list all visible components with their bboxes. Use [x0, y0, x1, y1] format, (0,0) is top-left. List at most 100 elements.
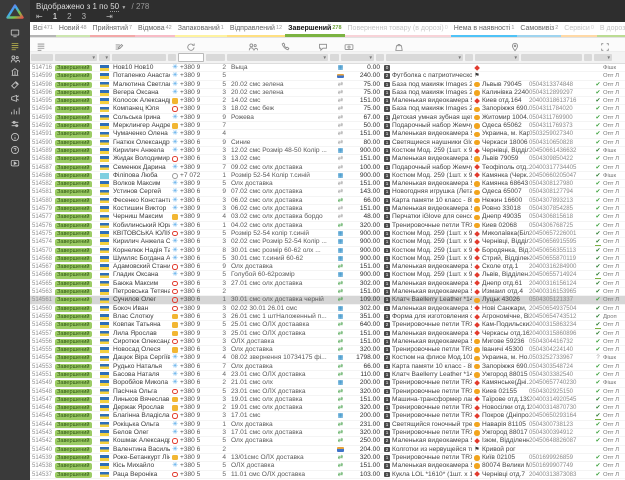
tab-10[interactable]: Самовивіз2	[517, 22, 561, 37]
table-row[interactable]: 514598 Завершений Малютина Светлана ✳ +3…	[30, 81, 625, 89]
table-row[interactable]: 514548 Завершений Пасічна Ольга +380 9 5…	[30, 388, 625, 396]
table-row[interactable]: 514593 Завершений Сольська Ірина ✳ +380 …	[30, 114, 625, 122]
tab-5[interactable]: Запакований1	[175, 22, 227, 37]
filter-dropdown-icon[interactable]: ▼	[105, 55, 109, 60]
filter-input-check[interactable]	[584, 54, 592, 61]
table-row[interactable]: 514560 Завершений Бокоч Иван +380 9 3 02…	[30, 305, 625, 313]
table-row[interactable]: 514557 Завершений Лила Ярослав +380 9 3 …	[30, 330, 625, 338]
info-icon[interactable]	[0, 131, 30, 143]
dashboard-icon[interactable]	[0, 27, 30, 39]
table-row[interactable]: 514546 Завершений Держак Ярослав +380 9 …	[30, 404, 625, 412]
tab-4[interactable]: Відмова42	[135, 22, 175, 37]
table-row[interactable]: 514568 Завершений Шумляс Богдана Ан... ✳…	[30, 255, 625, 263]
table-row[interactable]: 514558 Завершений Ковпак Татьяна +380 9 …	[30, 321, 625, 329]
table-row[interactable]: 514588 Завершений Жидак Володимир +380 6…	[30, 155, 625, 163]
table-row[interactable]: 514538 Завершений Кісь Михайло ✳ +380 5 …	[30, 462, 625, 470]
table-row[interactable]: 514542 Завершений Кошмак Александр +380 …	[30, 437, 625, 445]
tab-3[interactable]: Прийнятий7	[90, 22, 136, 37]
page-number-3[interactable]: 3	[82, 12, 86, 21]
table-row[interactable]: 514575 Завершений КВІТОВСЬКА ЮЛІЯ +380 9…	[30, 230, 625, 238]
table-row[interactable]: 514589 Завершений Кирилич Анжела ✳ +380 …	[30, 147, 625, 155]
filter-input-qty[interactable]	[376, 54, 384, 61]
table-row[interactable]: 514567 Завершений Адамовский Станис... +…	[30, 263, 625, 271]
table-row[interactable]: 514555 Завершений Новосад Олеся +380 6 3…	[30, 346, 625, 354]
video-icon[interactable]	[0, 157, 30, 169]
filter-input-ttn[interactable]	[521, 54, 582, 61]
table-row[interactable]: 514574 Завершений Кирилич Анжела Ол... ✳…	[30, 238, 625, 246]
tab-9[interactable]: Нема в наявності1	[451, 22, 518, 37]
table-row[interactable]: 514586 Завершений Філіпова Люба +7 072 1…	[30, 172, 625, 180]
table-row[interactable]: 514591 Завершений Чумаченко Олена ✳ +380…	[30, 130, 625, 138]
table-row[interactable]: 514556 Завершений Сиротюк Олександр +380…	[30, 338, 625, 346]
filter-input-status[interactable]: ▼	[55, 54, 97, 61]
table-row[interactable]: 514561 Завершений Сучилов Олег +380 6 1 …	[30, 296, 625, 304]
tab-8[interactable]: Повернення товару (в дорозі)0	[345, 22, 451, 37]
table-row[interactable]: 514554 Завершений Дацюк Віра Сергіївна ✳…	[30, 354, 625, 362]
tab-2[interactable]: Новий48	[56, 22, 90, 37]
tab-12[interactable]: В дорозі додому	[597, 22, 625, 37]
filter-dropdown-icon[interactable]: ▼	[607, 55, 611, 60]
table-row[interactable]: 514596 Завершений Вегера Оксана ✳ +380 9…	[30, 89, 625, 97]
company-icon[interactable]	[0, 66, 30, 78]
orders-icon[interactable]	[0, 40, 30, 52]
filter-input-client[interactable]	[112, 54, 166, 61]
table-row[interactable]: 514576 Завершений Кобилинський Юрий ✳ +3…	[30, 222, 625, 230]
table-row[interactable]: 514537 Завершений Раца Вероніка +380 5 5…	[30, 471, 625, 479]
clients-icon[interactable]	[0, 53, 30, 65]
filter-input-id[interactable]	[31, 54, 53, 61]
table-row[interactable]: 514566 Завершений Гладик Оксана ✳ +380 9…	[30, 271, 625, 279]
table-row[interactable]: 514590 Завершений Гнатюк Олександр ✳ +38…	[30, 139, 625, 147]
table-row[interactable]: 514543 Завершений Белов Олег ✳ +380 6 3 …	[30, 429, 625, 437]
table-row[interactable]: 514549 Завершений Воробйов Микола ✳ +380…	[30, 379, 625, 387]
table-row[interactable]: 514581 Завершений Устинов Сергей ✳ +380 …	[30, 188, 625, 196]
table-row[interactable]: 514563 Завершений Петровська Тетяна +380…	[30, 288, 625, 296]
table-row[interactable]: 514592 Завершений Мерклингер Андрей +380…	[30, 122, 625, 130]
tab-6[interactable]: Відправлений12	[227, 22, 285, 37]
table-row[interactable]: 514539 Завершений Роке-Бетанкурт Лін... …	[30, 454, 625, 462]
filter-dropdown-icon[interactable]: ▼	[92, 55, 96, 60]
table-row[interactable]: 514580 Завершений Фесенко Константин ✳ +…	[30, 197, 625, 205]
filter-input-flag[interactable]: ▼	[99, 54, 110, 61]
support-icon[interactable]	[0, 144, 30, 156]
table-row[interactable]: 514544 Завершений Рокіцька Ольга ✳ +380 …	[30, 421, 625, 429]
tab-1[interactable]: Всі471	[30, 22, 56, 37]
sales-icon[interactable]	[0, 79, 30, 91]
table-row[interactable]: 514579 Завершений Костишин Виктор ✳ +380…	[30, 205, 625, 213]
table-row[interactable]: 514599 Завершений Потапенко Анастас... ✳…	[30, 72, 625, 80]
filter-input-phone[interactable]	[178, 53, 204, 62]
table-row[interactable]: 514547 Завершений Линьков Вячеслав +380 …	[30, 396, 625, 404]
page-size-dropdown[interactable]: 50	[110, 2, 119, 12]
page-number-1[interactable]: 1	[53, 12, 57, 21]
filter-input-count[interactable]	[206, 54, 225, 61]
tab-11[interactable]: Сервіси0	[561, 22, 597, 37]
filter-input-payment[interactable]	[330, 54, 339, 61]
filter-input-city[interactable]: ▼	[475, 54, 519, 61]
filter-dropdown-icon[interactable]: ▼	[458, 55, 462, 60]
filter-input-product[interactable]: ▼	[386, 54, 463, 61]
filter-dropdown-icon[interactable]: ▼	[369, 55, 373, 60]
marketing-icon[interactable]	[0, 92, 30, 104]
table-row[interactable]: 514570 Завершений Корнелюк Надія Та... ✳…	[30, 247, 625, 255]
filter-input-extra[interactable]: ▼	[594, 54, 612, 61]
first-page-icon[interactable]: ⇤	[36, 12, 43, 21]
table-row[interactable]: 514577 Завершений Черниш Максим +380 9 4…	[30, 213, 625, 221]
stats-icon[interactable]	[0, 105, 30, 117]
settings-icon[interactable]	[0, 118, 30, 130]
table-row[interactable]: 514565 Завершений Баюка Максим +380 6 3 …	[30, 280, 625, 288]
table-row[interactable]: 514545 Завершений Благінна Владіслава +3…	[30, 412, 625, 420]
tab-7[interactable]: Завершений278	[285, 22, 344, 37]
table-row[interactable]: 514540 Завершений Валентина Василье... ✳…	[30, 446, 625, 454]
table-row[interactable]: 514559 Завершений Влас Слотюу +380 6 3 2…	[30, 313, 625, 321]
table-row[interactable]: 514595 Завершений Колосок Александр +380…	[30, 97, 625, 105]
page-number-2[interactable]: 2	[67, 12, 71, 21]
filter-dropdown-icon[interactable]: ▼	[514, 55, 518, 60]
table-row[interactable]: 514553 Завершений Рудько Наталья ✳ +380 …	[30, 363, 625, 371]
table-row[interactable]: 514594 Завершений Компанец Юля +380 9 3 …	[30, 105, 625, 113]
filter-dropdown-icon[interactable]: ▼	[323, 55, 327, 60]
filter-input-amount[interactable]: ▼	[341, 54, 374, 61]
filter-input-source[interactable]	[168, 54, 176, 61]
last-page-icon[interactable]: ⇥	[106, 12, 113, 21]
filter-input-comment[interactable]: ▼	[227, 54, 328, 61]
table-row[interactable]: 514582 Завершений Волков Максим ✳ +380 9…	[30, 180, 625, 188]
table-row[interactable]: 514587 Завершений Семенюк Дарина ✳ +380 …	[30, 164, 625, 172]
